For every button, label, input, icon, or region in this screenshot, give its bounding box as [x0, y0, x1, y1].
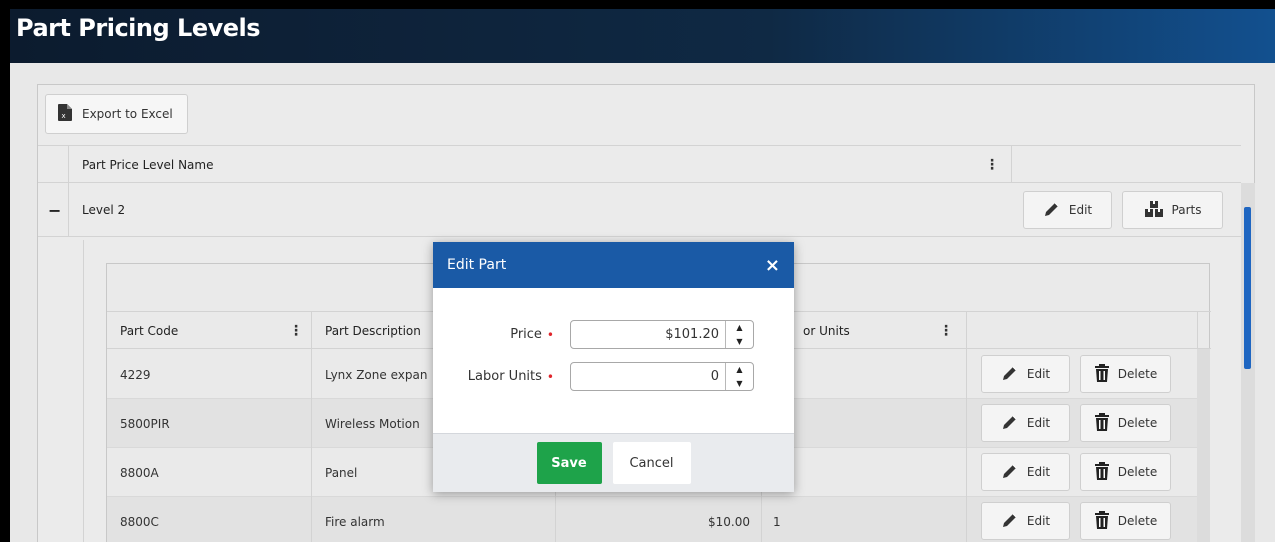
- edit-part-dialog: Edit Part × Price • $101.20 ▲ ▼ Labor Un…: [433, 242, 794, 492]
- increment-arrow-icon[interactable]: ▲: [726, 321, 753, 335]
- price-value: $101.20: [665, 327, 719, 342]
- close-icon[interactable]: ×: [765, 255, 780, 276]
- decrement-arrow-icon[interactable]: ▼: [726, 335, 753, 349]
- labor-units-label: Labor Units: [467, 369, 542, 384]
- labor-units-spinner[interactable]: ▲ ▼: [725, 363, 753, 390]
- price-label: Price: [510, 327, 542, 342]
- dialog-footer: Save Cancel: [433, 433, 794, 492]
- decrement-arrow-icon[interactable]: ▼: [726, 377, 753, 391]
- price-label-group: Price •: [510, 327, 554, 342]
- required-marker: •: [546, 369, 554, 384]
- dialog-title: Edit Part: [447, 257, 507, 273]
- cancel-button[interactable]: Cancel: [612, 442, 691, 484]
- labor-units-value: 0: [710, 369, 719, 384]
- increment-arrow-icon[interactable]: ▲: [726, 363, 753, 377]
- app-window: Part Pricing Levels x Export to Excel Pa…: [10, 9, 1275, 542]
- save-button[interactable]: Save: [536, 442, 602, 484]
- dialog-header: Edit Part ×: [433, 242, 794, 288]
- price-input[interactable]: $101.20 ▲ ▼: [570, 320, 754, 349]
- required-marker: •: [546, 327, 554, 342]
- labor-units-label-group: Labor Units •: [468, 369, 554, 384]
- labor-units-input[interactable]: 0 ▲ ▼: [570, 362, 754, 391]
- dialog-body: Price • $101.20 ▲ ▼ Labor Units • 0 ▲ ▼: [433, 288, 794, 433]
- price-spinner[interactable]: ▲ ▼: [725, 321, 753, 348]
